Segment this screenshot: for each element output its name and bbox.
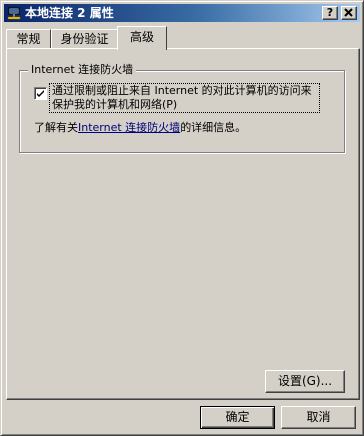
tab-advanced[interactable]: 高级 [117, 26, 167, 50]
tab-authentication[interactable]: 身份验证 [51, 29, 118, 49]
ok-button[interactable]: 确定 [200, 406, 275, 429]
info-suffix: 的详细信息。 [180, 121, 247, 134]
network-connection-icon [6, 5, 22, 21]
close-icon [344, 8, 353, 17]
cancel-button[interactable]: 取消 [281, 406, 356, 429]
properties-dialog: 本地连接 2 属性 ? 常规 身份验证 高级 Internet 连接防火墙 通过… [0, 0, 364, 436]
tab-general[interactable]: 常规 [6, 29, 51, 49]
title-bar[interactable]: 本地连接 2 属性 ? [4, 4, 360, 22]
settings-button[interactable]: 设置(G)... [265, 370, 345, 393]
window-title: 本地连接 2 属性 [25, 6, 114, 20]
firewall-help-link[interactable]: Internet 连接防火墙 [78, 121, 180, 134]
help-button[interactable]: ? [322, 6, 338, 20]
close-button[interactable] [341, 6, 357, 20]
firewall-checkbox[interactable] [34, 87, 47, 100]
firewall-info-line: 了解有关Internet 连接防火墙的详细信息。 [34, 121, 246, 135]
firewall-group-title: Internet 连接防火墙 [28, 63, 137, 77]
info-prefix: 了解有关 [34, 121, 78, 134]
firewall-checkbox-label[interactable]: 通过限制或阻止来自 Internet 的对此计算机的访问来保护我的计算机和网络(… [52, 84, 320, 112]
checkmark-icon [37, 90, 44, 97]
